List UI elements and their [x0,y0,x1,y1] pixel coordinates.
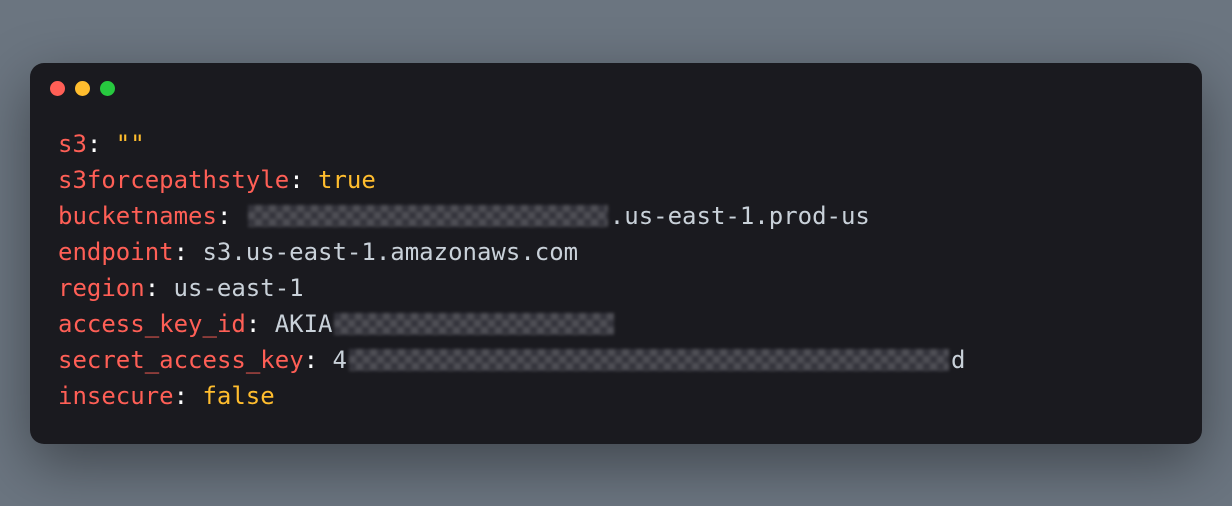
config-line: s3: "" [58,126,1174,162]
colon: : [87,126,101,162]
redacted-block [334,313,614,335]
config-value-suffix: .us-east-1.prod-us [610,198,870,234]
config-value-prefix: AKIA [275,306,333,342]
config-line: bucketnames: .us-east-1.prod-us [58,198,1174,234]
config-value: us-east-1 [174,270,304,306]
config-key: insecure [58,378,174,414]
config-line: s3forcepathstyle: true [58,162,1174,198]
colon: : [304,342,318,378]
colon: : [246,306,260,342]
config-key: bucketnames [58,198,217,234]
config-line: secret_access_key:4 d [58,342,1174,378]
redacted-block [248,205,608,227]
config-value: s3.us-east-1.amazonaws.com [202,234,578,270]
config-value-prefix: 4 [332,342,346,378]
config-value: false [202,378,274,414]
close-icon[interactable] [50,81,65,96]
config-line: region: us-east-1 [58,270,1174,306]
redacted-block [349,349,949,371]
titlebar [30,63,1202,106]
minimize-icon[interactable] [75,81,90,96]
code-window: s3: ""s3forcepathstyle: true bucketnames: .u… [30,63,1202,444]
config-key: endpoint [58,234,174,270]
config-key: access_key_id [58,306,246,342]
config-value: true [318,162,376,198]
config-key: s3forcepathstyle [58,162,289,198]
colon: : [217,198,231,234]
config-key: s3 [58,126,87,162]
colon: : [289,162,303,198]
config-value-suffix: d [951,342,965,378]
config-line: access_key_id: AKIA [58,306,1174,342]
config-key: region [58,270,145,306]
maximize-icon[interactable] [100,81,115,96]
config-line: insecure: false [58,378,1174,414]
config-line: endpoint: s3.us-east-1.amazonaws.com [58,234,1174,270]
colon: : [174,378,188,414]
config-value: "" [116,126,145,162]
code-block: s3: ""s3forcepathstyle: true bucketnames: .u… [30,106,1202,444]
colon: : [174,234,188,270]
colon: : [145,270,159,306]
config-key: secret_access_key [58,342,304,378]
